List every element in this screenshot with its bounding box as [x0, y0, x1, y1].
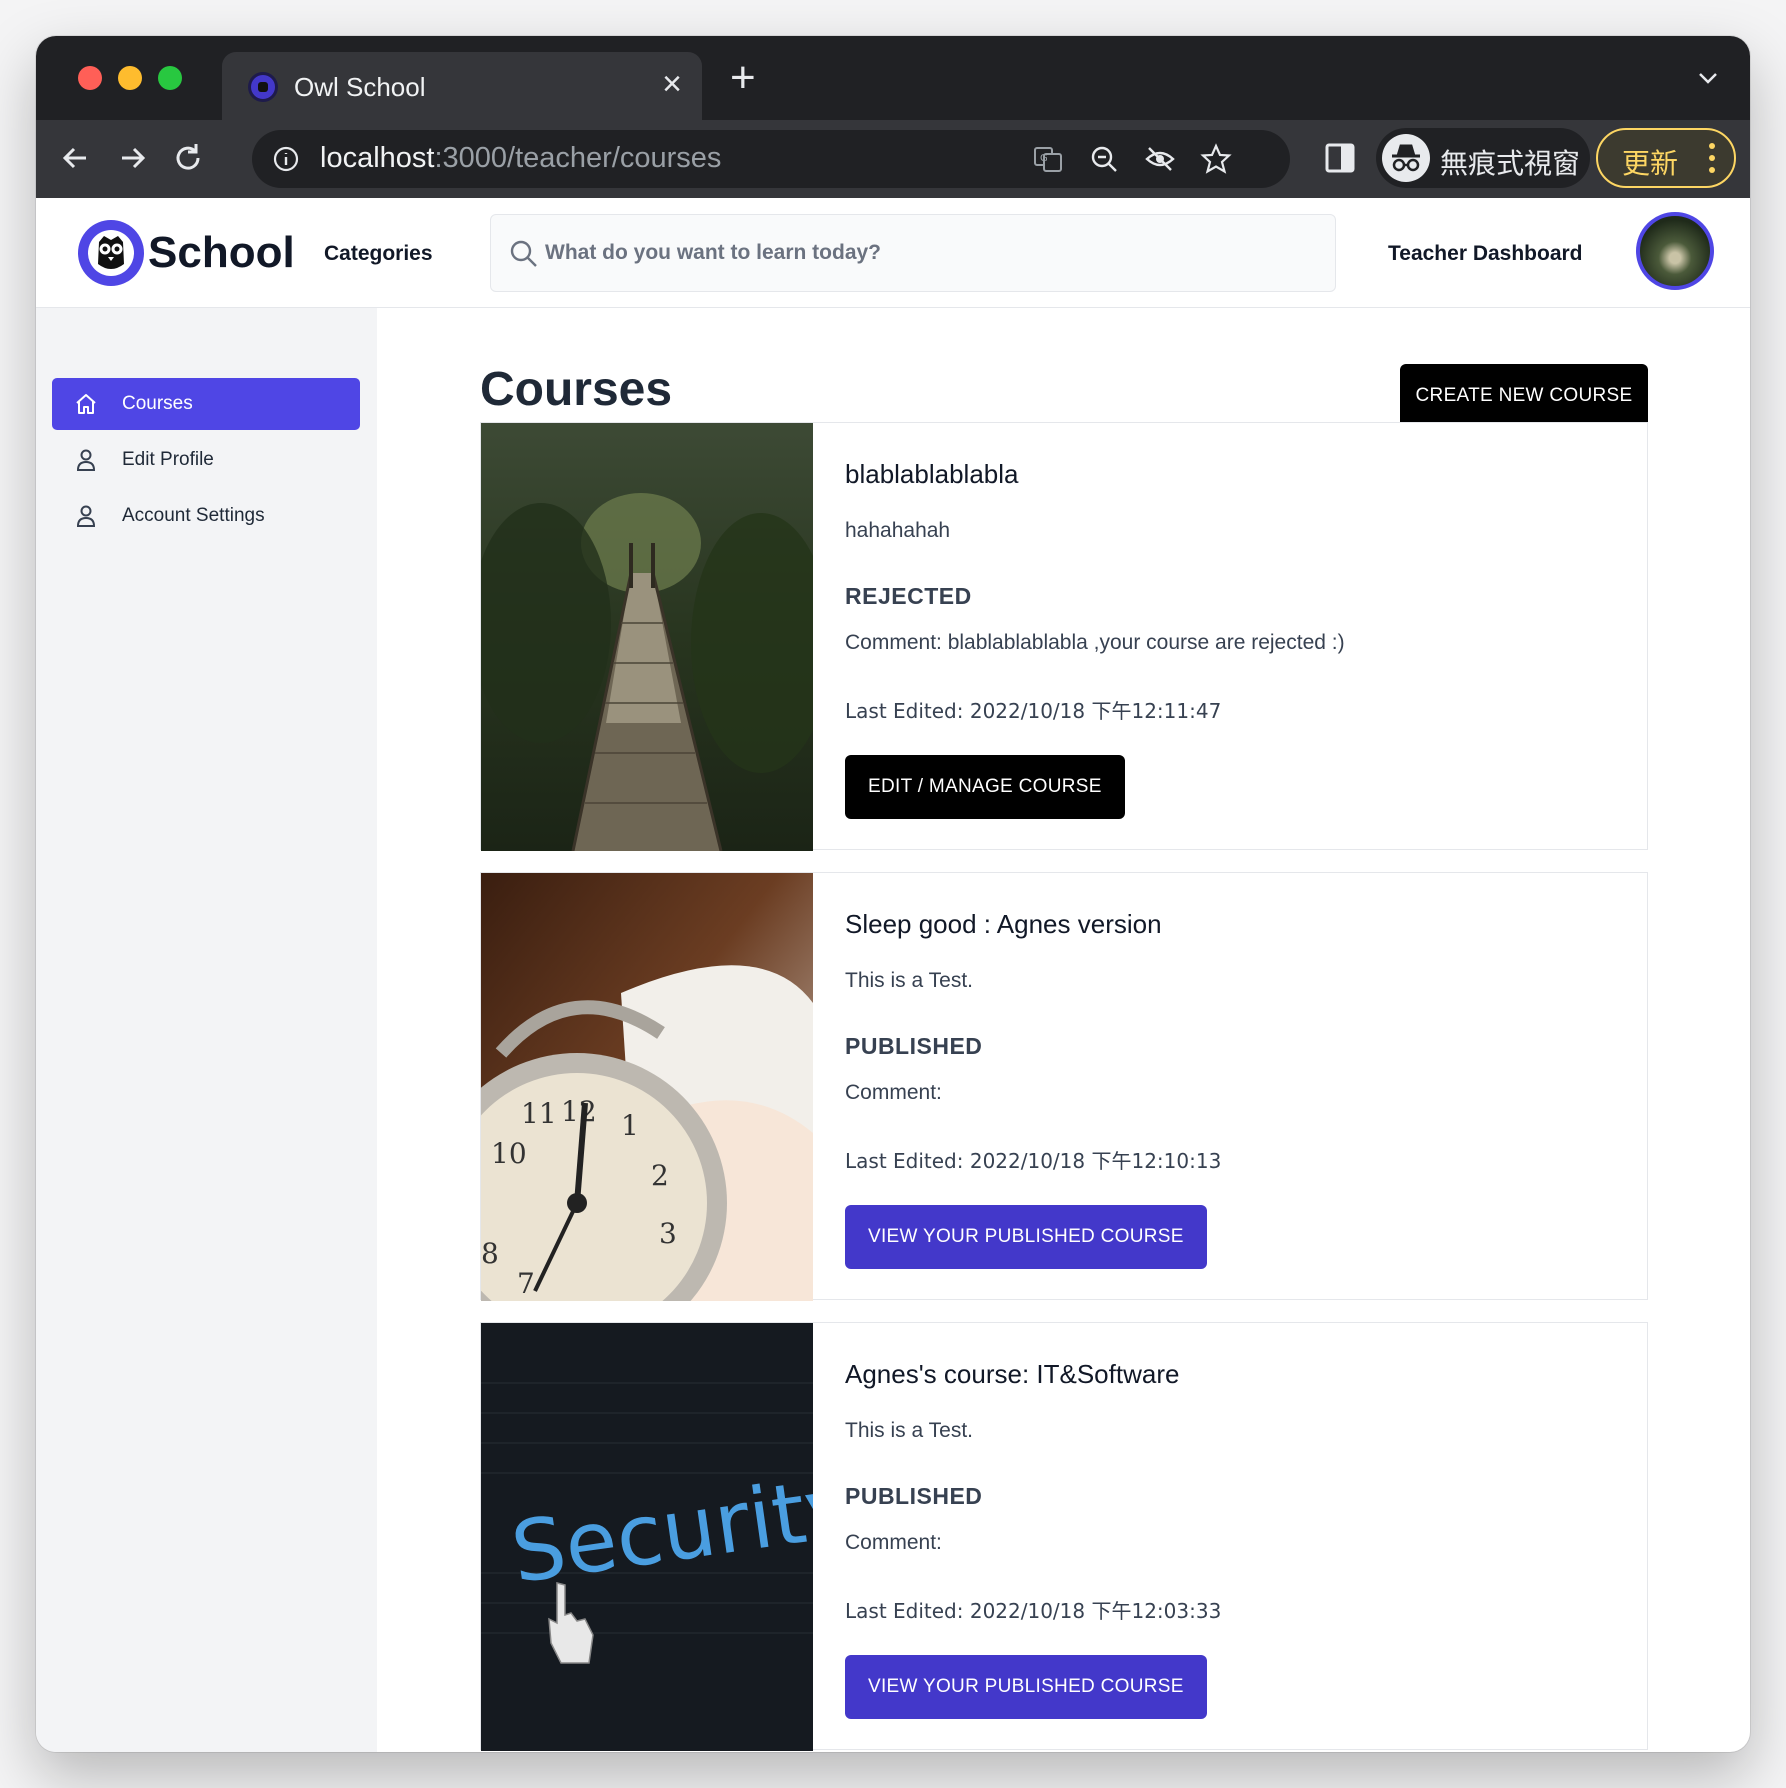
page-title: Courses [480, 363, 673, 416]
browser-window: Owl School × + localhost:3000/teacher/co… [36, 36, 1750, 1752]
reload-icon[interactable] [168, 138, 208, 178]
sidebar-item-label: Edit Profile [122, 449, 214, 470]
search-icon [510, 240, 537, 267]
course-comment: Comment: [845, 1081, 942, 1104]
new-tab-button[interactable]: + [730, 56, 756, 100]
update-label: 更新 [1622, 147, 1679, 180]
course-thumbnail-clock: 12 1 2 3 11 10 8 7 [481, 873, 813, 1301]
create-new-course-button[interactable]: CREATE NEW COURSE [1400, 364, 1648, 428]
edit-manage-course-button[interactable]: EDIT / MANAGE COURSE [845, 755, 1125, 819]
owl-favicon-icon [248, 72, 278, 102]
svg-text:8: 8 [481, 1237, 499, 1270]
more-vertical-icon[interactable] [1708, 140, 1716, 176]
course-description: This is a Test. [845, 1419, 973, 1442]
svg-text:10: 10 [491, 1137, 527, 1170]
svg-text:2: 2 [651, 1159, 669, 1192]
site-info-icon[interactable] [272, 145, 300, 173]
incognito-icon [1382, 134, 1430, 182]
logo-text: School [148, 228, 295, 277]
status-badge: PUBLISHED [845, 1033, 983, 1059]
address-bar[interactable]: localhost:3000/teacher/courses G [252, 130, 1290, 188]
view-published-course-button[interactable]: VIEW YOUR PUBLISHED COURSE [845, 1655, 1207, 1719]
bookmark-star-icon[interactable] [1200, 143, 1232, 175]
side-panel-icon[interactable] [1322, 140, 1358, 176]
course-thumbnail-bridge [481, 423, 813, 851]
eye-off-icon[interactable] [1144, 143, 1176, 175]
close-tab-icon[interactable]: × [662, 66, 682, 102]
tab-title: Owl School [294, 72, 426, 102]
home-icon [76, 394, 96, 414]
back-icon[interactable] [56, 138, 96, 178]
user-icon [76, 505, 96, 527]
close-window-button[interactable] [78, 66, 102, 90]
course-title: Sleep good : Agnes version [845, 909, 1162, 939]
course-title: Agnes's course: IT&Software [845, 1359, 1180, 1389]
tab-owl-school[interactable]: Owl School × [222, 52, 702, 120]
tab-strip: Owl School × + [36, 36, 1750, 120]
search-input[interactable] [545, 215, 1325, 291]
minimize-window-button[interactable] [118, 66, 142, 90]
owl-logo-icon [78, 220, 144, 286]
sidebar-item-label: Courses [122, 393, 193, 414]
sidebar-item-edit-profile[interactable]: Edit Profile [52, 434, 360, 486]
status-badge: REJECTED [845, 583, 972, 609]
browser-toolbar: localhost:3000/teacher/courses G 無痕式視窗 更… [36, 120, 1750, 198]
url-text[interactable]: localhost:3000/teacher/courses [320, 142, 721, 175]
course-comment: Comment: blablablablabla ,your course ar… [845, 631, 1345, 654]
categories-link[interactable]: Categories [324, 242, 433, 266]
svg-text:G: G [1040, 153, 1048, 164]
svg-text:3: 3 [659, 1217, 677, 1250]
sidebar: Courses Edit Profile Account Settings [36, 308, 377, 1752]
course-description: This is a Test. [845, 969, 973, 992]
svg-text:7: 7 [517, 1267, 535, 1300]
update-button[interactable]: 更新 [1596, 128, 1736, 188]
svg-text:11: 11 [521, 1097, 557, 1130]
course-card: 12 1 2 3 11 10 8 7 Sleep good : Agnes ve… [480, 872, 1648, 1301]
course-thumbnail-security: Security [481, 1323, 813, 1751]
course-title: blablablablabla [845, 459, 1019, 489]
forward-icon[interactable] [112, 138, 152, 178]
view-published-course-button[interactable]: VIEW YOUR PUBLISHED COURSE [845, 1205, 1207, 1269]
maximize-window-button[interactable] [158, 66, 182, 90]
site-header: School Categories Teacher Dashboard [36, 198, 1750, 308]
sidebar-item-account-settings[interactable]: Account Settings [52, 490, 360, 542]
zoom-out-icon[interactable] [1088, 143, 1120, 175]
svg-text:1: 1 [621, 1109, 639, 1142]
chevron-down-icon[interactable] [1696, 66, 1720, 90]
sidebar-item-courses[interactable]: Courses [52, 378, 360, 430]
course-card: blablablablabla hahahahah REJECTED Comme… [480, 422, 1648, 851]
avatar[interactable] [1636, 212, 1714, 290]
translate-icon[interactable]: G [1032, 143, 1064, 175]
search-box[interactable] [490, 214, 1336, 292]
course-last-edited: Last Edited: 2022/10/18 下午12:10:13 [845, 1149, 1222, 1173]
incognito-label: 無痕式視窗 [1440, 147, 1581, 180]
teacher-dashboard-link[interactable]: Teacher Dashboard [1388, 242, 1583, 266]
incognito-indicator[interactable]: 無痕式視窗 [1376, 128, 1590, 188]
user-icon [76, 449, 96, 471]
course-last-edited: Last Edited: 2022/10/18 下午12:03:33 [845, 1599, 1222, 1623]
course-card: Security Agnes's course: IT&Software Thi… [480, 1322, 1648, 1751]
svg-text:12: 12 [561, 1095, 597, 1128]
sidebar-item-label: Account Settings [122, 505, 265, 526]
course-description: hahahahah [845, 519, 951, 542]
course-comment: Comment: [845, 1531, 942, 1554]
course-last-edited: Last Edited: 2022/10/18 下午12:11:47 [845, 699, 1222, 723]
status-badge: PUBLISHED [845, 1483, 983, 1509]
